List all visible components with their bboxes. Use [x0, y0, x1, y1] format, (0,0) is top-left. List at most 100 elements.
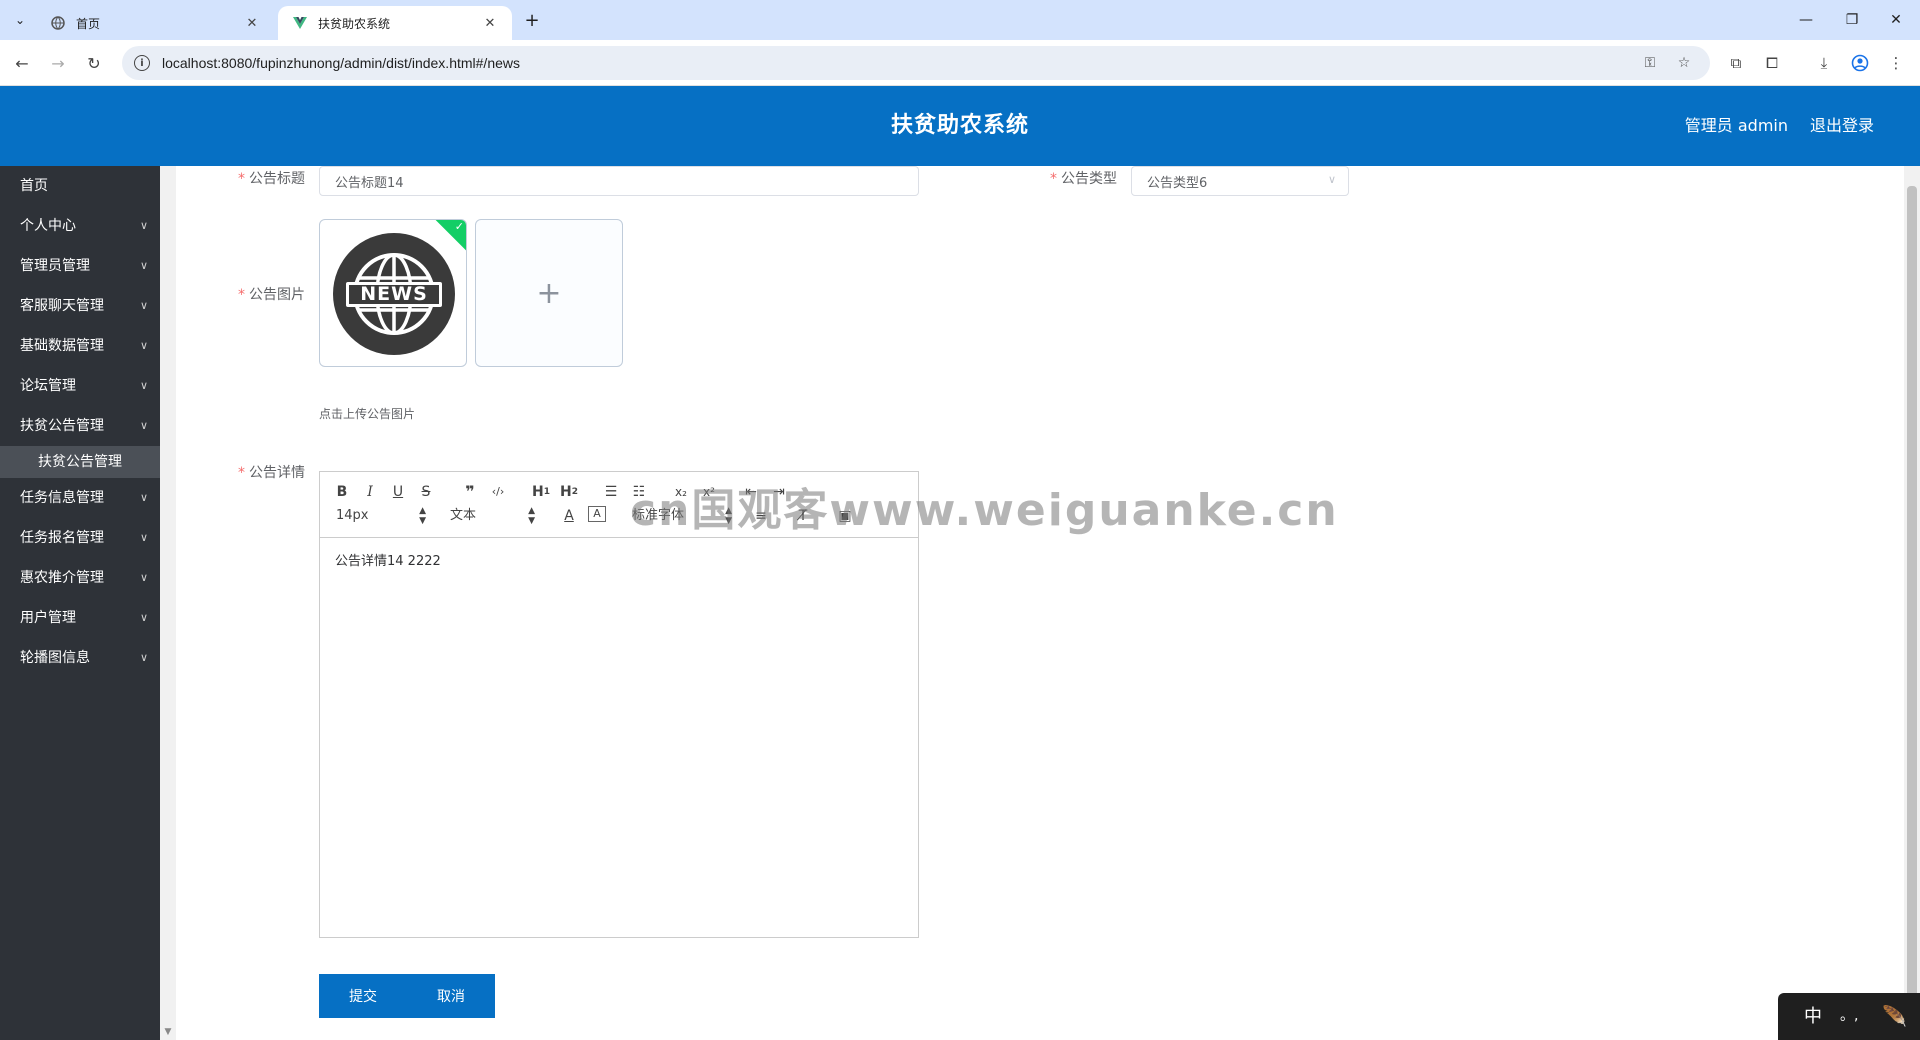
sidebar-item-label: 轮播图信息 [20, 650, 90, 666]
main-scrollbar-thumb[interactable] [1907, 186, 1917, 1006]
font-family-picker[interactable]: 标准字体 ▲ ▼ [632, 506, 732, 526]
chevron-down-icon: ∨ [139, 339, 148, 352]
globe-icon [50, 15, 66, 31]
ime-mode-toggle[interactable]: 中 [1804, 993, 1822, 1040]
reload-icon[interactable]: ↻ [82, 51, 106, 75]
chevron-down-icon: ∨ [139, 219, 148, 232]
site-info-icon[interactable]: i [134, 55, 150, 71]
tab-search-icon[interactable]: ⌄ [8, 8, 32, 32]
chevron-down-icon: ∨ [139, 531, 148, 544]
window-close-icon[interactable]: ✕ [1880, 8, 1912, 32]
browser-address-bar: ← → ↻ i localhost:8080/fupinzhunong/admi… [0, 40, 1920, 86]
check-icon: ✓ [454, 220, 464, 233]
font-size-picker[interactable]: 14px ▲ ▼ [336, 506, 426, 526]
sidebar-item-task-info[interactable]: 任务信息管理 ∨ [0, 478, 160, 518]
sidebar-item-label: 扶贫公告管理 [20, 418, 104, 434]
sidebar-item-label: 论坛管理 [20, 378, 76, 394]
chevron-updown-icon: ▲ ▼ [528, 506, 535, 526]
text-color-icon[interactable]: A [560, 506, 578, 526]
sidebar-item-promotion[interactable]: 惠农推介管理 ∨ [0, 558, 160, 598]
sidebar-scroll-gap [160, 166, 176, 1040]
blockquote-icon[interactable]: ❞ [460, 482, 480, 502]
editor-content[interactable]: 公告详情14 2222 [320, 538, 918, 937]
restore-icon[interactable]: ❐ [1836, 8, 1868, 32]
browser-tab-bar: ⌄ 首页 ✕ 扶贫助农系统 ✕ + — ❐ ✕ [0, 0, 1920, 40]
logout-link[interactable]: 退出登录 [1810, 86, 1874, 166]
chevron-down-icon: ∨ [1327, 173, 1336, 186]
title-input[interactable]: 公告标题14 [319, 166, 919, 196]
submit-button[interactable]: 提交 [319, 974, 407, 1018]
sidebar-item-users[interactable]: 用户管理 ∨ [0, 598, 160, 638]
upload-tip: 点击上传公告图片 [319, 407, 416, 421]
key-icon[interactable]: ⚿ [1640, 53, 1660, 73]
back-icon[interactable]: ← [10, 51, 34, 75]
url-bar[interactable]: i localhost:8080/fupinzhunong/admin/dist… [122, 46, 1710, 80]
sidebar-item-profile[interactable]: 个人中心 ∨ [0, 206, 160, 246]
minimize-icon[interactable]: — [1790, 8, 1822, 32]
sidebar-item-forum[interactable]: 论坛管理 ∨ [0, 366, 160, 406]
sidebar-item-chat[interactable]: 客服聊天管理 ∨ [0, 286, 160, 326]
sidebar-item-base-data[interactable]: 基础数据管理 ∨ [0, 326, 160, 366]
ordered-list-icon[interactable]: ☰ [602, 482, 620, 502]
sidebar-item-label: 客服聊天管理 [20, 298, 104, 314]
cancel-button[interactable]: 取消 [407, 974, 495, 1018]
browser-menu-icon[interactable]: ⋮ [1884, 51, 1908, 75]
strike-icon[interactable]: S [418, 482, 434, 502]
subscript-icon[interactable]: x₂ [672, 482, 690, 502]
rich-text-editor: B I U S ❞ ‹/› H1 H2 ☰ ☷ x₂ x² ⇤ ⇥ 14px ▲… [319, 471, 919, 938]
close-icon[interactable]: ✕ [244, 15, 260, 31]
text-style-picker[interactable]: 文本 ▲ ▼ [450, 506, 535, 526]
feather-icon[interactable]: 🪶 [1882, 993, 1907, 1040]
close-icon[interactable]: ✕ [482, 15, 498, 31]
sidebar-item-news[interactable]: 扶贫公告管理 ∨ [0, 406, 160, 446]
screenshot-icon[interactable]: ⧉ [1724, 51, 1748, 75]
sidebar-item-label: 用户管理 [20, 610, 76, 626]
outdent-icon[interactable]: ⇤ [742, 482, 760, 502]
type-select[interactable]: 公告类型6 ∨ [1131, 166, 1349, 196]
image-label: * 公告图片 [238, 287, 305, 303]
image-insert-icon[interactable]: ▣ [836, 506, 854, 526]
underline-icon[interactable]: U [390, 482, 406, 502]
scroll-down-arrow-icon[interactable]: ▼ [160, 1024, 176, 1040]
bold-icon[interactable]: B [334, 482, 350, 502]
profile-icon[interactable] [1848, 51, 1872, 75]
chevron-down-icon: ∨ [139, 651, 148, 664]
bullet-list-icon[interactable]: ☷ [630, 482, 648, 502]
sidebar-item-admin[interactable]: 管理员管理 ∨ [0, 246, 160, 286]
new-tab-icon[interactable]: + [520, 8, 544, 32]
tab-title: 首页 [76, 16, 101, 31]
detail-label: * 公告详情 [238, 465, 305, 481]
header-2-icon[interactable]: H2 [558, 482, 580, 502]
bookmark-star-icon[interactable]: ☆ [1674, 53, 1694, 73]
tab-title: 扶贫助农系统 [318, 16, 391, 31]
sidebar-item-task-signup[interactable]: 任务报名管理 ∨ [0, 518, 160, 558]
app-title: 扶贫助农系统 [890, 113, 1029, 138]
sidebar-item-carousel[interactable]: 轮播图信息 ∨ [0, 638, 160, 678]
ime-punctuation-toggle[interactable]: 。, [1840, 993, 1858, 1040]
code-block-icon[interactable]: ‹/› [488, 482, 508, 502]
chevron-updown-icon: ▲ ▼ [725, 506, 732, 526]
title-label: * 公告标题 [238, 171, 305, 187]
uploaded-image-card[interactable]: NEWS ✓ [319, 219, 467, 367]
download-icon[interactable]: ⤓ [1812, 51, 1836, 75]
indent-icon[interactable]: ⇥ [770, 482, 788, 502]
chevron-updown-icon: ▲ ▼ [419, 506, 426, 526]
forward-icon[interactable]: → [46, 51, 70, 75]
clear-format-icon[interactable]: T̸ [794, 506, 812, 526]
url-text: localhost:8080/fupinzhunong/admin/dist/i… [162, 55, 521, 71]
header-1-icon[interactable]: H1 [530, 482, 552, 502]
sidebar-subitem-news[interactable]: 扶贫公告管理 [0, 446, 160, 478]
sidebar-item-label: 个人中心 [20, 218, 76, 234]
extensions-icon[interactable]: ⧠ [1760, 51, 1784, 75]
superscript-icon[interactable]: x² [700, 482, 718, 502]
tab-home[interactable]: 首页 ✕ [36, 6, 274, 40]
italic-icon[interactable]: I [362, 482, 378, 502]
add-image-button[interactable]: + [475, 219, 623, 367]
background-color-icon[interactable]: A [588, 506, 606, 522]
ime-toolbar: 中 。, 🪶 [1778, 993, 1920, 1040]
chevron-down-icon: ∨ [139, 611, 148, 624]
sidebar-item-label: 首页 [20, 178, 48, 194]
tab-app[interactable]: 扶贫助农系统 ✕ [278, 6, 512, 40]
align-icon[interactable]: ≡ [752, 506, 770, 526]
sidebar-item-home[interactable]: 首页 [0, 166, 160, 206]
